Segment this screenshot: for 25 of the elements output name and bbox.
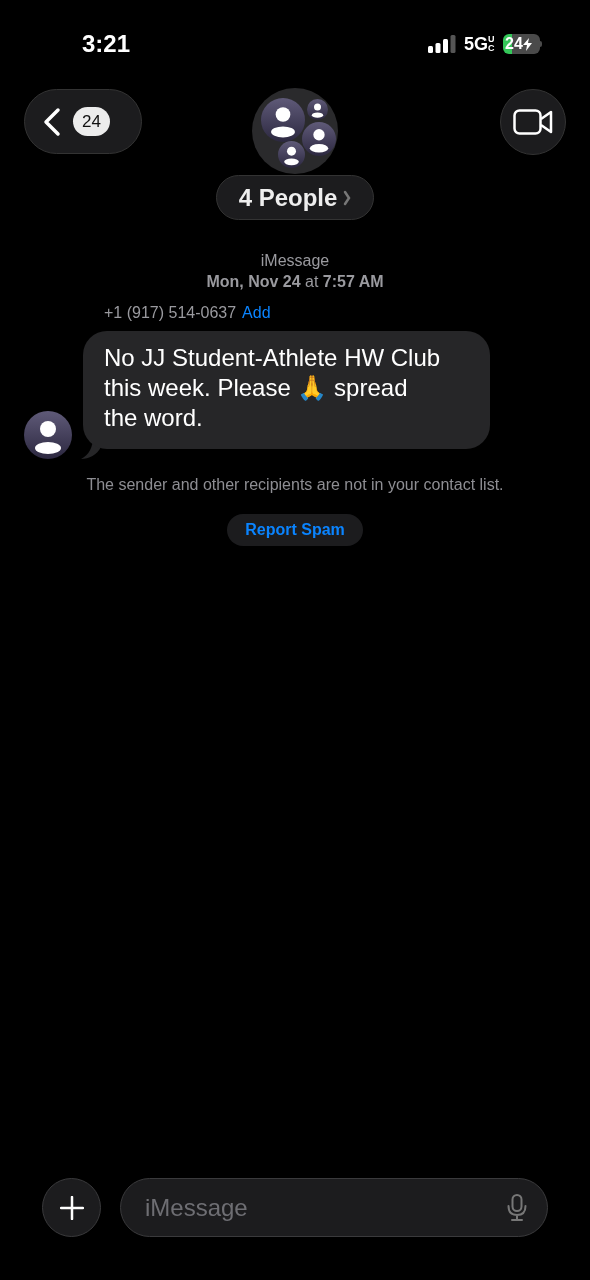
group-title-button[interactable]: 4 People <box>216 175 374 220</box>
network-label: 5G <box>464 32 488 56</box>
back-chevron-icon <box>41 106 63 137</box>
service-label: iMessage <box>260 251 330 271</box>
contact-notice: The sender and other recipients are not in your contact list. <box>86 475 504 495</box>
microphone-icon[interactable] <box>507 1193 527 1222</box>
message-text: No JJ Student-Athlete HW Club this week. Please 🙏 spread the word. <box>104 343 442 433</box>
charging-bolt-icon <box>522 37 532 51</box>
report-spam-button[interactable]: Report Spam <box>227 514 363 546</box>
message-text-input[interactable]: iMessage <box>145 1189 507 1226</box>
person-avatar-icon <box>302 122 336 156</box>
plus-icon <box>59 1195 84 1220</box>
add-contact-link[interactable]: Add <box>242 301 271 325</box>
sender-avatar-icon <box>24 411 72 459</box>
person-avatar-icon <box>307 99 328 120</box>
message-input-field[interactable]: iMessage <box>120 1178 548 1237</box>
timestamp: Mon, Nov 24 at 7:57 AM <box>206 272 384 292</box>
video-camera-icon <box>513 109 553 135</box>
back-button[interactable]: 24 <box>24 89 142 154</box>
chevron-right-icon <box>343 189 352 206</box>
sender-phone: +1 (917) 514-0637 <box>104 303 237 323</box>
signal-icon <box>428 35 456 53</box>
unread-count-badge: 24 <box>73 106 110 137</box>
clock-time: 3:21 <box>82 29 131 59</box>
network-sub-label: UC <box>488 35 495 53</box>
